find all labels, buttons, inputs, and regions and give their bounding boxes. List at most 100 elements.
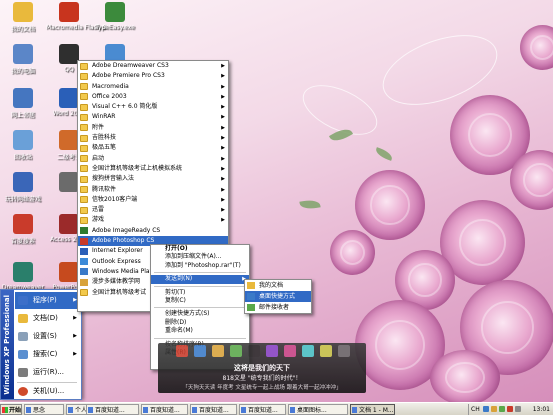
programs-menu-item-label: 搜狗拼音输入法 xyxy=(92,175,135,183)
qq-tray-icon[interactable] xyxy=(491,406,497,412)
programs-menu-item[interactable]: 吉胜科技 ▶ xyxy=(78,133,228,143)
programs-menu-item[interactable]: 启动 ▶ xyxy=(78,154,228,164)
taskbar: 开始 思念个人中心 ...百度知道...百度知道...百度知道...百度知道..… xyxy=(0,402,553,415)
wallpaper-rose xyxy=(520,25,553,70)
programs-menu-item-label: 游戏 xyxy=(92,216,105,224)
desktop-icon[interactable]: TypeEasy.exe xyxy=(92,2,138,31)
desktop-icon[interactable]: 回收站 xyxy=(0,130,46,161)
programs-menu-item-label: 全国计算机等级考试上机模拟系统 xyxy=(92,164,183,172)
programs-menu-item[interactable]: Adobe ImageReady CS xyxy=(78,226,228,236)
app-icon xyxy=(59,88,79,108)
send-to-target-icon xyxy=(247,292,255,300)
app-icon xyxy=(13,130,33,150)
desktop-icon[interactable]: 我的电脑 xyxy=(0,44,46,75)
volume-icon[interactable] xyxy=(515,406,521,412)
context-menu-item-label: 剪切(T) xyxy=(165,288,186,296)
send-to-item[interactable]: 我的文档 xyxy=(245,280,311,291)
start-item-documents[interactable]: 文档(D) ▶ xyxy=(15,310,79,327)
send-to-menu: 我的文档桌面快捷方式邮件接收者 xyxy=(244,279,312,314)
chevron-right-icon: ▶ xyxy=(221,155,225,162)
start-item-search[interactable]: 搜索(C) ▶ xyxy=(15,346,79,363)
programs-menu-item[interactable]: 游戏 ▶ xyxy=(78,215,228,225)
programs-menu-item[interactable]: 信牧2010客户端 ▶ xyxy=(78,195,228,205)
programs-menu-item[interactable]: Macromedia ▶ xyxy=(78,82,228,92)
context-menu-item[interactable]: 复制(C) xyxy=(151,297,249,305)
context-menu-item[interactable]: 删除(D) xyxy=(151,319,249,327)
start-item-programs[interactable]: 程序(P) ▶ xyxy=(15,292,79,309)
programs-menu-item-label: 吉胜科技 xyxy=(92,134,117,142)
documents-icon xyxy=(18,314,28,323)
promo-icon xyxy=(302,345,314,357)
send-to-item-label: 桌面快捷方式 xyxy=(259,293,296,300)
programs-menu-item[interactable]: 迅雷 ▶ xyxy=(78,205,228,215)
send-to-item[interactable]: 邮件接收者 xyxy=(245,302,311,313)
send-to-item[interactable]: 桌面快捷方式 xyxy=(245,291,311,302)
antivirus-icon[interactable] xyxy=(499,406,505,412)
app-icon xyxy=(59,44,79,64)
programs-menu-item[interactable]: Visual C++ 6.0 简化版 ▶ xyxy=(78,102,228,112)
context-menu-item-label: 打开(O) xyxy=(165,245,188,252)
taskbar-button[interactable]: 百度知道... xyxy=(86,404,139,415)
programs-menu-item[interactable]: 全国计算机等级考试上机模拟系统 ▶ xyxy=(78,164,228,174)
start-item-run[interactable]: 运行(R)... xyxy=(15,364,79,381)
promo-icon-strip xyxy=(176,345,351,361)
context-menu-item[interactable]: 重命名(M) xyxy=(151,327,249,335)
ime-indicator[interactable]: CH xyxy=(471,404,480,415)
programs-menu-item[interactable]: 搜狗拼音输入法 ▶ xyxy=(78,174,228,184)
folder-icon xyxy=(80,289,88,297)
taskbar-button[interactable]: 百度知道... xyxy=(190,404,237,415)
promo-icon xyxy=(320,345,332,357)
programs-menu-item[interactable]: 极品五笔 ▶ xyxy=(78,143,228,153)
desktop-icon[interactable]: Dreamweaver xyxy=(0,262,46,291)
desktop-icon[interactable]: 百度搜索 xyxy=(0,214,46,245)
programs-menu-item[interactable]: Adobe Dreamweaver CS3 ▶ xyxy=(78,61,228,71)
desktop-icon-label: 玩转网络游戏 xyxy=(4,196,41,203)
start-menu-band: Windows XP Professional xyxy=(1,290,14,399)
context-menu-item[interactable]: 添加到压缩文件(A)... xyxy=(151,253,249,261)
chevron-right-icon: ▶ xyxy=(221,124,225,131)
programs-menu-item[interactable]: 腾讯软件 ▶ xyxy=(78,185,228,195)
tray-app-icon[interactable] xyxy=(507,406,513,412)
start-item-label: 运行(R)... xyxy=(33,368,65,376)
chevron-right-icon: ▶ xyxy=(221,93,225,100)
start-item-settings[interactable]: 设置(S) ▶ xyxy=(15,328,79,345)
programs-menu-item-label: Adobe Dreamweaver CS3 xyxy=(92,62,169,69)
taskbar-button[interactable]: 桌面图标... xyxy=(288,404,348,415)
context-menu-item[interactable]: 剪切(T) xyxy=(151,289,249,297)
taskbar-button[interactable]: 百度知道... xyxy=(141,404,188,415)
programs-menu-item-label: 腾讯软件 xyxy=(92,185,117,193)
desktop-icon[interactable]: 玩转网络游戏 xyxy=(0,172,46,203)
window-icon xyxy=(241,407,246,413)
app-icon xyxy=(59,2,79,22)
programs-menu-item[interactable]: WinRAR ▶ xyxy=(78,112,228,122)
network-icon[interactable] xyxy=(483,406,489,412)
context-menu-item[interactable]: 添加到 "Photoshop.rar"(T) xyxy=(151,262,249,270)
desktop-icon[interactable]: 我的文档 xyxy=(0,2,46,33)
menu-separator xyxy=(154,285,246,287)
window-icon xyxy=(88,407,93,413)
taskbar-button[interactable]: 百度知道... xyxy=(239,404,286,415)
clock[interactable]: 13:01 xyxy=(533,404,550,415)
window-icon xyxy=(290,407,295,413)
app-icon xyxy=(13,2,33,22)
start-item-shutdown[interactable]: 关机(U)... xyxy=(15,383,79,400)
chevron-right-icon: ▶ xyxy=(221,73,225,80)
promo-banner[interactable]: 这将是我们的天下 818文星 "统专我们的时代"！ 「天狗天天读 年度考 文星统… xyxy=(158,343,366,393)
context-menu-item[interactable]: 创建快捷方式(S) xyxy=(151,310,249,318)
programs-menu-item-label: Outlook Express xyxy=(92,257,141,265)
desktop-icon-label: 我的电脑 xyxy=(10,68,35,75)
taskbar-button[interactable]: 文档 1 - M... xyxy=(350,404,395,415)
programs-menu-item[interactable]: Office 2003 ▶ xyxy=(78,92,228,102)
wallpaper-rose xyxy=(430,350,500,402)
desktop-icon[interactable]: Macromedia Flash 8 xyxy=(46,2,106,31)
promo-icon xyxy=(338,345,350,357)
folder-icon xyxy=(80,83,88,91)
start-button[interactable]: 开始 xyxy=(0,404,22,415)
programs-menu-item[interactable]: 附件 ▶ xyxy=(78,123,228,133)
taskbar-button[interactable]: 思念 xyxy=(24,404,64,415)
send-to-target-icon xyxy=(247,281,255,289)
desktop-icon[interactable]: 网上邻居 xyxy=(0,88,46,119)
wallpaper-leaf xyxy=(299,198,321,211)
programs-menu-item[interactable]: Adobe Premiere Pro CS3 ▶ xyxy=(78,71,228,81)
context-menu-item[interactable]: 发送到(N)▶ xyxy=(151,275,249,284)
